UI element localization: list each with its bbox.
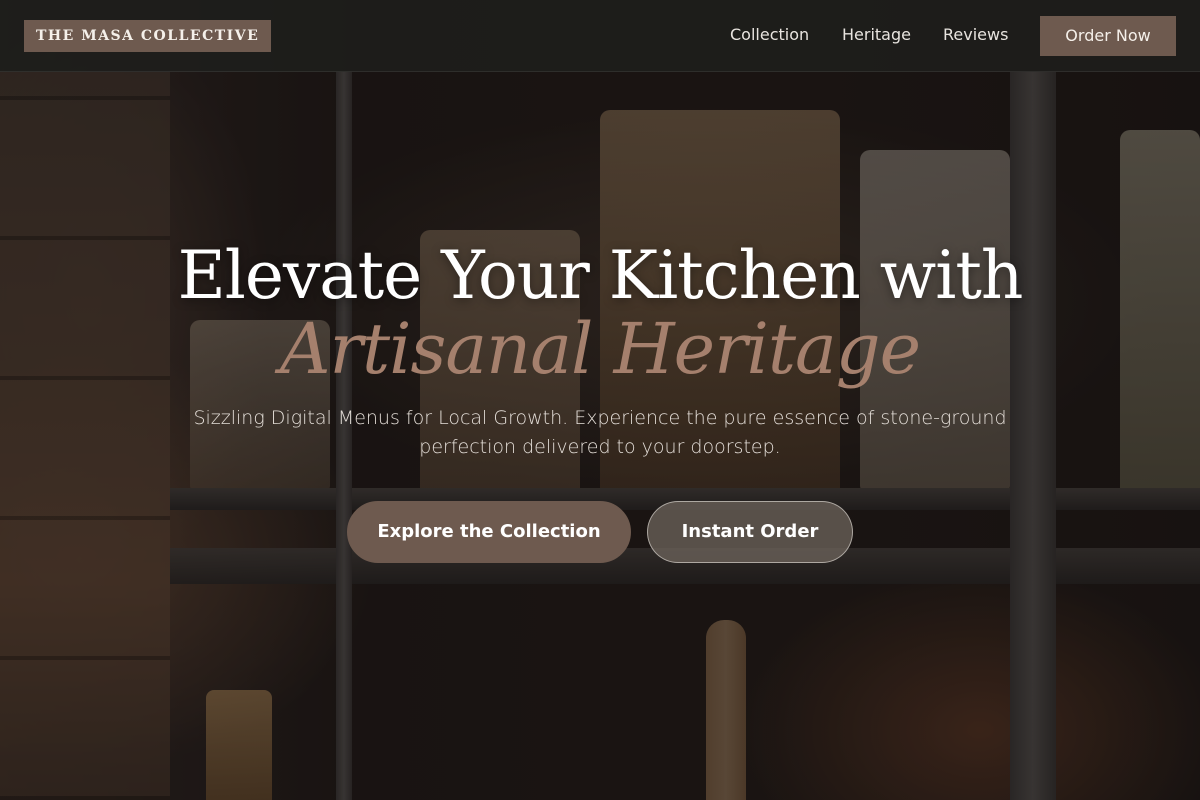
instant-order-button[interactable]: Instant Order [647,501,853,563]
nav-link-heritage[interactable]: Heritage [842,24,911,46]
hero-background-image [0,0,1200,800]
nav-link-collection[interactable]: Collection [730,24,809,46]
hero-subtitle: Sizzling Digital Menus for Local Growth.… [193,407,1007,458]
nav-link-reviews[interactable]: Reviews [943,24,1008,46]
brand-logo[interactable]: THE MASA COLLECTIVE [24,20,272,52]
dark-overlay [0,0,1200,800]
hero-accent-title: Artisanal Heritage [279,308,921,390]
site-header: THE MASA COLLECTIVE Collection Heritage … [0,0,1200,72]
explore-collection-button[interactable]: Explore the Collection [347,501,631,563]
order-now-button[interactable]: Order Now [1040,16,1176,56]
